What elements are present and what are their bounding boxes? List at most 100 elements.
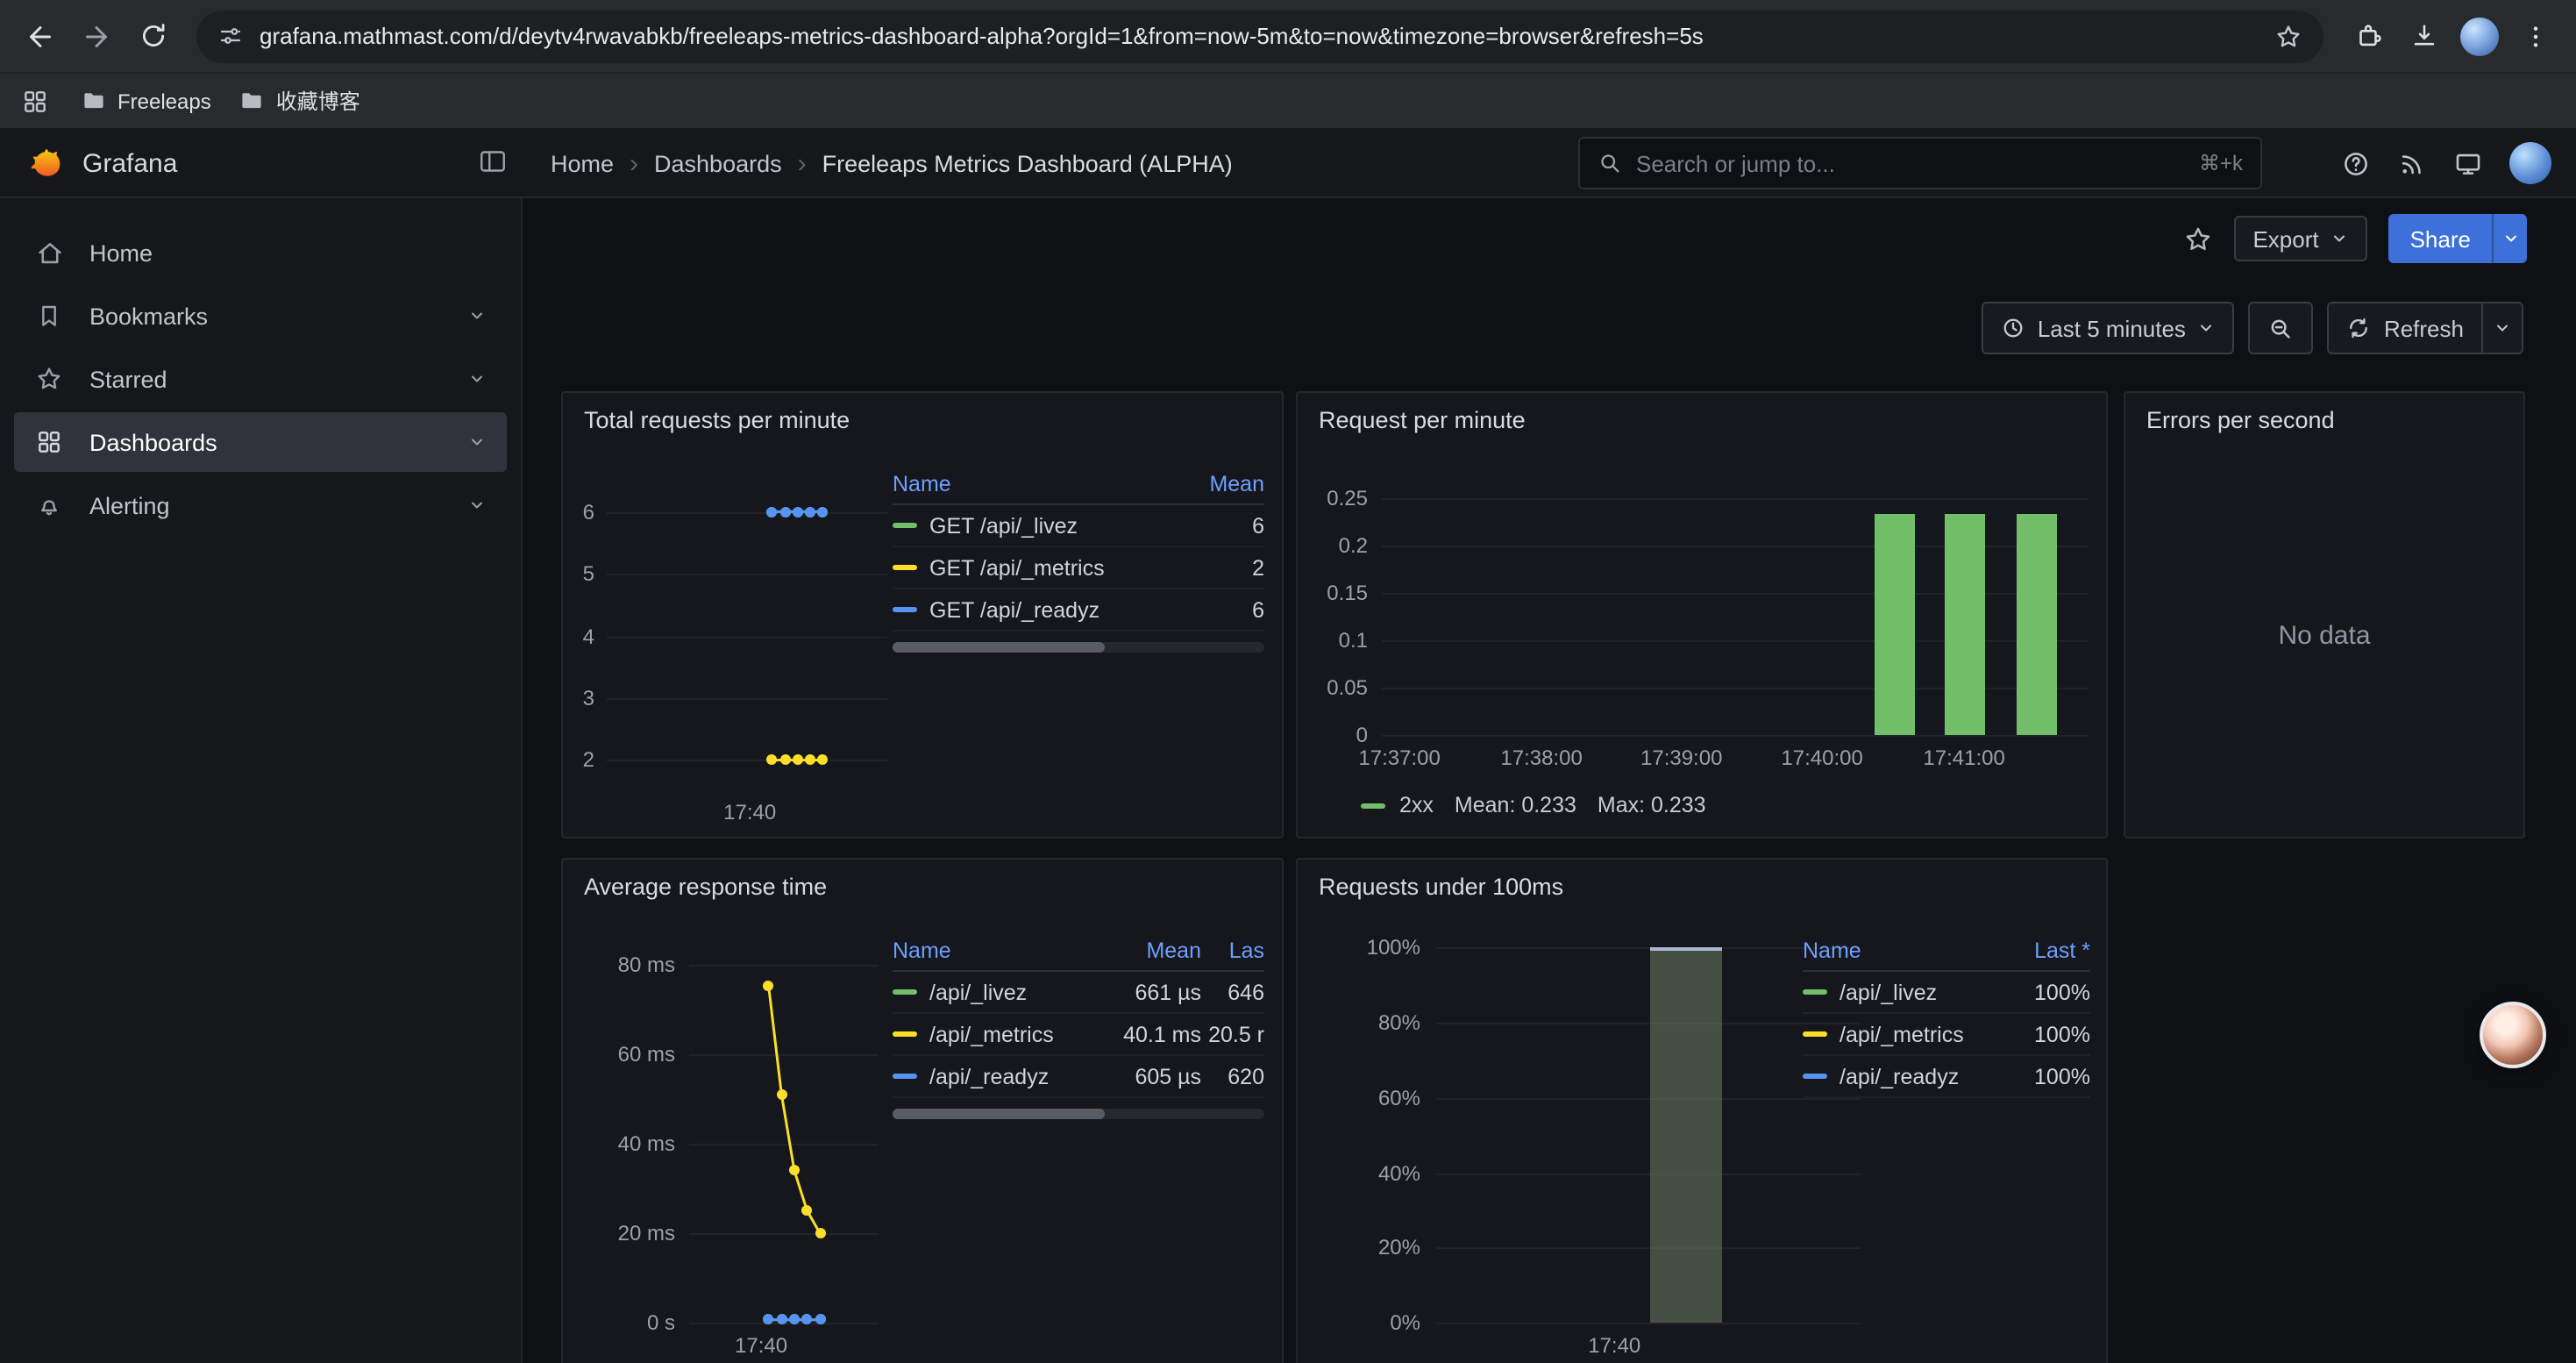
download-icon[interactable] <box>2397 10 2450 62</box>
scrollbar-thumb[interactable] <box>893 1109 1105 1119</box>
refresh-interval-dropdown[interactable] <box>2483 302 2523 354</box>
legend-row[interactable]: /api/_readyz605 µs620 <box>893 1056 1264 1098</box>
legend-series-name[interactable]: 2xx <box>1399 793 1434 817</box>
search-input[interactable] <box>1636 150 2185 176</box>
x-axis-label: 17:40 <box>735 1333 787 1358</box>
sidebar-item-bookmarks[interactable]: Bookmarks <box>14 286 507 346</box>
panel-average-response-time[interactable]: Average response time NameMeanLas/api/_l… <box>561 858 1284 1363</box>
dock-menu-icon[interactable] <box>477 146 509 177</box>
share-split-button: Share <box>2389 214 2527 263</box>
legend-series-name[interactable]: /api/_readyz <box>893 1064 1099 1088</box>
floating-assistant-avatar[interactable] <box>2480 1002 2546 1068</box>
panel-requests-under-100ms[interactable]: Requests under 100ms NameLast */api/_liv… <box>1296 858 2108 1363</box>
breadcrumb-item[interactable]: Freeleaps Metrics Dashboard (ALPHA) <box>822 150 1233 176</box>
breadcrumb-separator-icon: › <box>798 148 807 178</box>
apps-grid-icon[interactable] <box>21 87 49 115</box>
legend-column-header[interactable]: Mean <box>1187 471 1264 496</box>
legend-row[interactable]: GET /api/_livez6 <box>893 505 1264 547</box>
time-range-picker[interactable]: Last 5 minutes <box>1982 302 2235 354</box>
bar <box>1875 515 1915 735</box>
panel-errors-per-second[interactable]: Errors per second No data <box>2124 391 2525 838</box>
help-icon[interactable] <box>2341 148 2371 178</box>
legend-scrollbar[interactable] <box>893 642 1264 653</box>
news-rss-icon[interactable] <box>2397 148 2427 178</box>
breadcrumb-item[interactable]: Home <box>551 150 614 176</box>
panel-title[interactable]: Average response time <box>584 874 827 900</box>
legend-value: 20.5 r <box>1201 1022 1264 1046</box>
legend-column-header[interactable]: Name <box>893 938 1099 962</box>
sidebar-item-dashboards[interactable]: Dashboards <box>14 412 507 472</box>
legend-column-header[interactable]: Name <box>893 471 1187 496</box>
legend-header: NameMean <box>893 463 1264 505</box>
export-button[interactable]: Export <box>2233 216 2367 261</box>
url-text[interactable]: grafana.mathmast.com/d/deytv4rwavabkb/fr… <box>260 23 2259 49</box>
breadcrumb-separator-icon: › <box>630 148 638 178</box>
panel-title[interactable]: Total requests per minute <box>584 407 850 433</box>
address-bar[interactable]: grafana.mathmast.com/d/deytv4rwavabkb/fr… <box>196 10 2323 62</box>
y-axis-label: 0.05 <box>1298 675 1368 700</box>
chevron-down-icon <box>2494 319 2511 337</box>
profile-avatar[interactable] <box>2453 10 2506 62</box>
sidebar-item-starred[interactable]: Starred <box>14 349 507 409</box>
chevron-down-icon <box>2198 319 2216 337</box>
home-icon <box>35 238 67 268</box>
legend-series-name[interactable]: GET /api/_readyz <box>893 597 1187 622</box>
refresh-button[interactable]: Refresh <box>2328 302 2483 354</box>
legend-series-name[interactable]: GET /api/_metrics <box>893 555 1187 580</box>
bookmark-item[interactable]: 收藏博客 <box>225 81 374 121</box>
x-axis-label: 17:40 <box>1588 1333 1640 1358</box>
sidebar-item-alerting[interactable]: Alerting <box>14 475 507 535</box>
legend-series-name[interactable]: /api/_livez <box>893 980 1099 1004</box>
grafana-brand[interactable]: Grafana <box>25 128 177 198</box>
chevron-down-icon[interactable] <box>468 370 486 388</box>
clock-icon <box>2001 316 2025 340</box>
user-avatar[interactable] <box>2509 142 2551 184</box>
chevron-down-icon <box>2331 230 2349 247</box>
site-info-icon[interactable] <box>217 23 244 49</box>
legend-table: NameMeanGET /api/_livez6GET /api/_metric… <box>893 463 1264 653</box>
bookmark-star-icon[interactable] <box>2274 22 2302 50</box>
panel-total-requests-per-minute[interactable]: Total requests per minute NameMeanGET /a… <box>561 391 1284 838</box>
legend-row[interactable]: GET /api/_readyz6 <box>893 589 1264 632</box>
extensions-icon[interactable] <box>2341 10 2394 62</box>
sidebar-item-label: Dashboards <box>89 429 445 455</box>
legend-row[interactable]: GET /api/_metrics2 <box>893 547 1264 589</box>
legend-column-header[interactable]: Last * <box>2010 938 2090 962</box>
sidebar-item-home[interactable]: Home <box>14 223 507 282</box>
favorite-star-icon[interactable] <box>2182 224 2212 253</box>
legend-series-name[interactable]: /api/_metrics <box>893 1022 1099 1046</box>
panel-title[interactable]: Requests under 100ms <box>1319 874 1563 900</box>
legend-value: 6 <box>1187 597 1264 622</box>
legend-row[interactable]: /api/_metrics40.1 ms20.5 r <box>893 1014 1264 1056</box>
chevron-down-icon[interactable] <box>468 496 486 514</box>
forward-icon[interactable] <box>70 10 123 62</box>
legend-row[interactable]: /api/_livez661 µs646 <box>893 972 1264 1014</box>
legend-table: NameMeanLas/api/_livez661 µs646/api/_met… <box>893 930 1264 1119</box>
bookmark-item[interactable]: Freeleaps <box>67 82 225 119</box>
back-icon[interactable] <box>14 10 67 62</box>
legend-scrollbar[interactable] <box>893 1109 1264 1119</box>
breadcrumb-item[interactable]: Dashboards <box>654 150 782 176</box>
legend-column-header[interactable]: Las <box>1201 938 1264 962</box>
gridline <box>1436 1323 1861 1324</box>
reload-icon[interactable] <box>126 10 179 62</box>
share-label: Share <box>2410 225 2471 252</box>
zoom-out-button[interactable] <box>2249 302 2314 354</box>
share-dropdown-button[interactable] <box>2492 214 2527 263</box>
panel-title[interactable]: Errors per second <box>2146 407 2335 433</box>
chevron-down-icon[interactable] <box>468 307 486 325</box>
kiosk-monitor-icon[interactable] <box>2453 148 2483 178</box>
chevron-down-icon[interactable] <box>468 433 486 451</box>
sidebar-item-label: Alerting <box>89 492 445 518</box>
series-color-icon <box>1361 803 1385 808</box>
scrollbar-thumb[interactable] <box>893 642 1105 653</box>
legend-series-name[interactable]: GET /api/_livez <box>893 513 1187 538</box>
browser-menu-icon[interactable] <box>2509 10 2562 62</box>
brand-name: Grafana <box>82 148 177 178</box>
search-box[interactable]: ⌘+k <box>1578 137 2262 189</box>
panel-title[interactable]: Request per minute <box>1319 407 1526 433</box>
line-series <box>689 951 879 1323</box>
legend-column-header[interactable]: Mean <box>1099 938 1201 962</box>
share-button[interactable]: Share <box>2389 214 2492 263</box>
panel-request-per-minute[interactable]: Request per minute 2xxMean: 0.233Max: 0.… <box>1296 391 2108 838</box>
